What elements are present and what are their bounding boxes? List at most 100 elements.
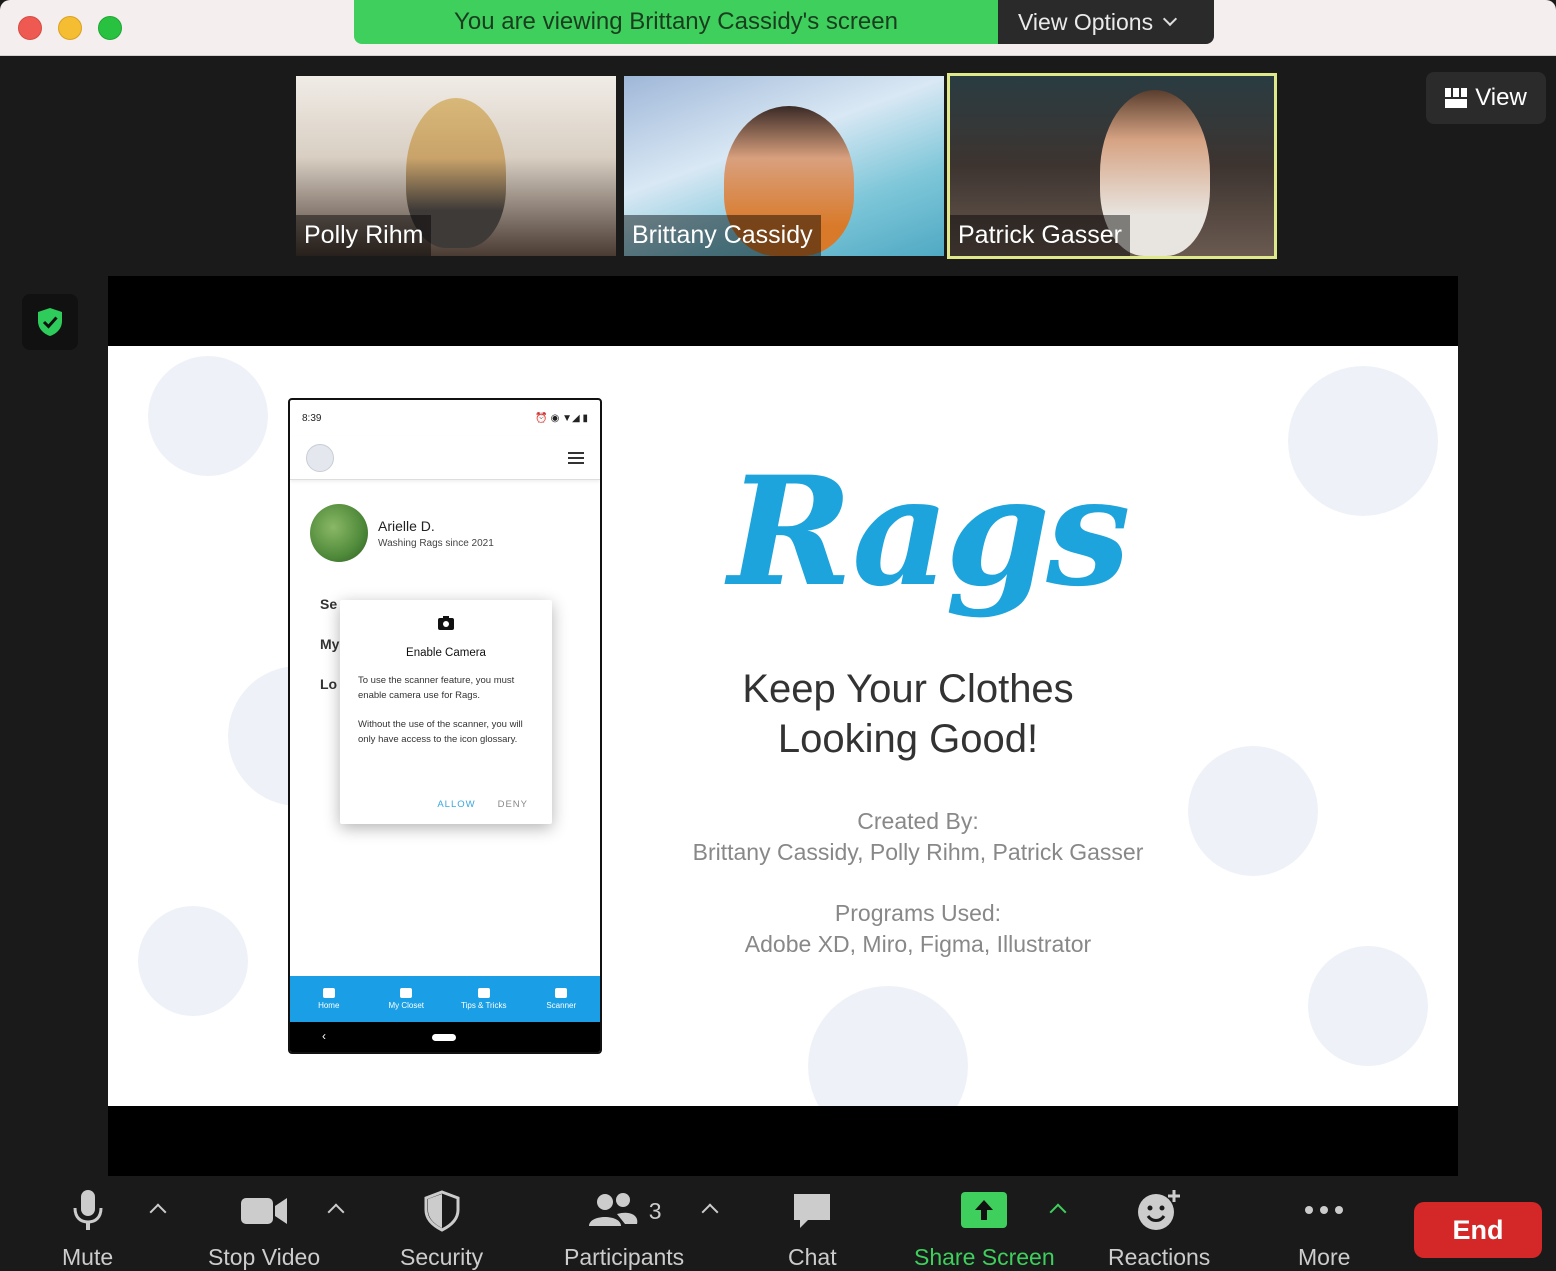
reactions-label: Reactions (1108, 1244, 1211, 1270)
maximize-window-button[interactable] (98, 16, 122, 40)
video-tile-patrick[interactable]: Patrick Gasser (947, 73, 1277, 259)
status-icons: ⏰ ◉ ▼◢ ▮ (535, 412, 588, 424)
dialog-text: To use the scanner feature, you must ena… (358, 675, 515, 701)
meeting-toolbar: Mute Stop Video Security 3 Participants … (0, 1176, 1556, 1270)
screen-share-banner: You are viewing Brittany Cassidy's scree… (354, 0, 1214, 44)
programs-used-label: Programs Used: (834, 900, 1002, 926)
phone-menu-item: Lo (320, 676, 338, 692)
emoji-add-icon (1138, 1190, 1181, 1230)
background-bubble (148, 356, 268, 476)
phone-menu-item: Se (320, 596, 338, 612)
stop-video-button[interactable]: Stop Video (208, 1188, 320, 1271)
phone-tab-closet: My Closet (368, 976, 446, 1022)
presentation-slide: 8:39 ⏰ ◉ ▼◢ ▮ Arielle D. Washing Rags si… (108, 346, 1458, 1106)
video-options-chevron-icon[interactable] (327, 1203, 345, 1221)
more-label: More (1298, 1244, 1351, 1270)
phone-status-bar: 8:39 ⏰ ◉ ▼◢ ▮ (290, 400, 600, 436)
created-by-names: Brittany Cassidy, Polly Rihm, Patrick Ga… (692, 839, 1144, 865)
tagline-line: Looking Good! (777, 717, 1039, 761)
phone-nav-bar: ‹ (290, 1022, 600, 1052)
dialog-actions: ALLOW DENY (437, 799, 528, 810)
viewing-screen-message: You are viewing Brittany Cassidy's scree… (354, 0, 998, 44)
participants-button[interactable]: 3 Participants (564, 1188, 684, 1271)
background-bubble (1288, 366, 1438, 516)
chat-button[interactable]: Chat (788, 1188, 837, 1271)
close-window-button[interactable] (18, 16, 42, 40)
share-screen-label: Share Screen (914, 1244, 1055, 1270)
chevron-down-icon (1163, 11, 1178, 27)
dialog-text: Without the use of the scanner, you will… (358, 719, 523, 745)
home-icon (322, 988, 335, 998)
profile-subtitle: Washing Rags since 2021 (378, 537, 494, 549)
share-screen-button[interactable]: Share Screen (914, 1188, 1055, 1271)
programs-used-list: Adobe XD, Miro, Figma, Illustrator (744, 931, 1092, 957)
profile-name: Arielle D. (378, 517, 435, 534)
video-camera-icon (241, 1198, 288, 1224)
phone-profile: Arielle D. Washing Rags since 2021 (310, 504, 494, 562)
background-bubble (1188, 746, 1318, 876)
allow-button: ALLOW (437, 799, 476, 810)
share-screen-icon (961, 1192, 1008, 1228)
reactions-button[interactable]: Reactions (1108, 1188, 1210, 1271)
slide-credits: Created By: Brittany Cassidy, Polly Rihm… (668, 806, 1168, 960)
minimize-window-button[interactable] (58, 16, 82, 40)
app-logo-icon (306, 443, 334, 472)
deny-button: DENY (497, 799, 528, 810)
video-tile-brittany[interactable]: Brittany Cassidy (624, 76, 944, 256)
phone-app-header (290, 436, 600, 480)
created-by-label: Created By: (857, 808, 979, 834)
magic-wand-icon (477, 988, 490, 998)
microphone-icon (73, 1190, 103, 1230)
phone-time: 8:39 (302, 412, 322, 424)
more-button[interactable]: More (1298, 1188, 1350, 1271)
camera-icon (555, 988, 568, 998)
stop-video-label: Stop Video (208, 1244, 321, 1270)
view-options-label: View Options (1018, 8, 1154, 35)
phone-tab-bar: Home My Closet Tips & Tricks Scanner (290, 976, 600, 1022)
tab-label: My Closet (388, 1001, 425, 1010)
home-pill-icon (432, 1034, 456, 1041)
enable-camera-dialog: Enable Camera To use the scanner feature… (340, 600, 552, 824)
end-meeting-button[interactable]: End (1414, 1202, 1542, 1258)
participants-label: Participants (564, 1244, 685, 1270)
mute-button[interactable]: Mute (62, 1188, 113, 1271)
participants-icon (588, 1193, 637, 1226)
background-bubble (808, 986, 968, 1106)
chat-label: Chat (788, 1244, 837, 1270)
gallery-view-icon (1445, 88, 1468, 108)
participants-count: 3 (648, 1197, 662, 1224)
participant-name: Brittany Cassidy (624, 215, 821, 256)
video-tile-polly[interactable]: Polly Rihm (296, 76, 616, 256)
zoom-window: You are viewing Brittany Cassidy's scree… (0, 0, 1556, 1270)
security-label: Security (400, 1244, 484, 1270)
tab-label: Home (318, 1001, 340, 1010)
chat-bubble-icon (794, 1194, 831, 1228)
participants-options-chevron-icon[interactable] (701, 1203, 719, 1221)
hamburger-menu-icon (568, 451, 584, 464)
rags-logo: Rags (728, 444, 1131, 620)
slide-tagline: Keep Your Clothes Looking Good! (698, 664, 1118, 764)
security-button[interactable]: Security (400, 1188, 483, 1271)
more-dots-icon (1305, 1206, 1344, 1214)
participant-name: Polly Rihm (296, 215, 432, 256)
background-bubble (138, 906, 248, 1016)
phone-tab-tips: Tips & Tricks (445, 976, 523, 1022)
tagline-line: Keep Your Clothes (742, 667, 1074, 711)
view-label: View (1475, 84, 1527, 111)
audio-options-chevron-icon[interactable] (149, 1203, 167, 1221)
dialog-title: Enable Camera (406, 647, 486, 659)
encryption-shield-icon[interactable] (22, 294, 78, 350)
view-layout-button[interactable]: View (1426, 72, 1546, 124)
view-options-button[interactable]: View Options (998, 0, 1214, 44)
shared-screen: 8:39 ⏰ ◉ ▼◢ ▮ Arielle D. Washing Rags si… (108, 276, 1458, 1176)
hanger-icon (400, 988, 413, 998)
phone-tab-scanner: Scanner (523, 976, 601, 1022)
back-icon: ‹ (322, 1029, 326, 1043)
shield-icon (424, 1190, 460, 1232)
avatar (310, 504, 368, 562)
phone-mockup: 8:39 ⏰ ◉ ▼◢ ▮ Arielle D. Washing Rags si… (288, 398, 602, 1054)
tab-label: Scanner (546, 1001, 577, 1010)
participant-name: Patrick Gasser (950, 215, 1130, 256)
phone-menu-item: My (320, 636, 340, 652)
camera-icon (358, 616, 534, 635)
